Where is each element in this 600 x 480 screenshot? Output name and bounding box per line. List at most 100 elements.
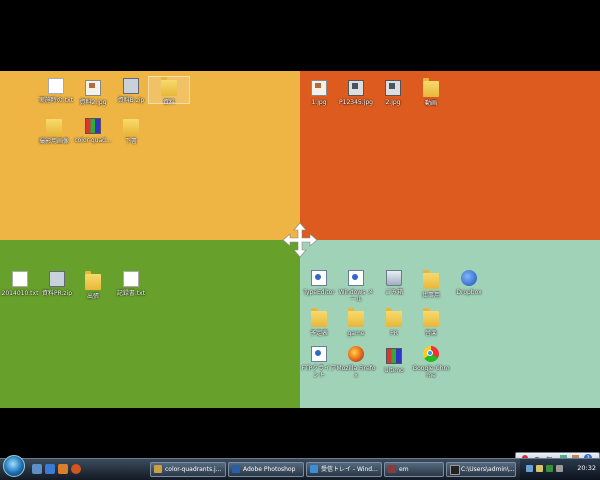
image-file-icon xyxy=(348,80,364,96)
desktop-icon-label: 1.jpg xyxy=(311,99,327,106)
image-file-icon xyxy=(311,80,327,96)
desktop-icon-label: FTPクライアント xyxy=(301,365,337,379)
desktop-icon[interactable]: P12345.jpg xyxy=(336,78,376,106)
taskbar-button-em[interactable]: em xyxy=(384,462,444,477)
desktop-icon[interactable]: Dropbox xyxy=(449,270,489,296)
desktop-icon[interactable]: 出張 xyxy=(73,271,113,300)
desktop-icon[interactable]: Ultimo xyxy=(374,346,414,374)
desktop-icon-label: Dropbox xyxy=(456,289,482,296)
media-icon[interactable] xyxy=(58,464,68,474)
desktop-icon[interactable]: 2.jpg xyxy=(373,78,413,106)
desktop-icon-label: 資料B.zip xyxy=(117,97,145,104)
desktop-icon[interactable]: 動画 xyxy=(411,78,451,107)
mail-app-icon xyxy=(348,270,364,286)
desktop-icon[interactable]: 実施時の.txt xyxy=(36,78,76,104)
taskbar-button-label: 受信トレイ - Wind... xyxy=(321,466,378,473)
desktop-icon-label: Windows メール xyxy=(338,289,374,303)
taskbar-button-cmd[interactable]: C:\Users\admin\... xyxy=(446,462,516,477)
desktop-icon-label: 出張 xyxy=(86,293,99,300)
app-icon xyxy=(388,465,396,473)
zip-file-icon xyxy=(123,78,139,94)
desktop-icon-label: 資料 xyxy=(162,99,175,106)
volume-icon[interactable] xyxy=(536,465,543,472)
explorer-icon[interactable] xyxy=(32,464,42,474)
desktop-icon[interactable]: 下書 xyxy=(111,116,151,145)
desktop-icon-label: 実施時の.txt xyxy=(38,97,74,104)
ie-icon[interactable] xyxy=(45,464,55,474)
desktop-icon[interactable]: game xyxy=(336,308,376,337)
folder-icon xyxy=(311,308,327,327)
recycle-bin-icon xyxy=(386,270,402,286)
desktop-icon[interactable]: Mozilla Firefox xyxy=(336,346,376,379)
desktop-icon[interactable]: 資料2.jpg xyxy=(73,78,113,106)
desktop-icon-label: 2014010.txt xyxy=(1,290,39,297)
desktop-icon-label: 仕事用 xyxy=(421,292,440,299)
desktop-icon-label: 資料PR.zip xyxy=(41,290,73,297)
folder-icon xyxy=(386,308,402,327)
image-file-icon xyxy=(85,80,101,96)
folder-icon xyxy=(161,77,177,96)
dropbox-icon xyxy=(461,270,477,286)
desktop-icon[interactable]: 撮影用画像 xyxy=(34,116,74,145)
taskbar-button-label: Adobe Photoshop xyxy=(243,466,296,473)
firefox-icon[interactable] xyxy=(71,464,81,474)
taskbar-button-label: color-quadrants.j... xyxy=(165,466,222,473)
desktop-icon-label: 撮影用画像 xyxy=(38,138,69,145)
text-file-icon xyxy=(12,271,28,287)
taskbar: color-quadrants.j... Adobe Photoshop 受信ト… xyxy=(0,455,600,480)
desktop-icon[interactable]: 2014010.txt xyxy=(0,271,40,297)
desktop-icon-label: 資料2.jpg xyxy=(79,99,107,106)
desktop-icon[interactable]: 資料B.zip xyxy=(111,78,151,104)
taskbar-button-label: C:\Users\admin\... xyxy=(461,466,515,473)
application-icon xyxy=(386,348,402,364)
taskbar-button-image[interactable]: color-quadrants.j... xyxy=(150,462,226,477)
desktop-icon[interactable]: ごみ箱 xyxy=(374,270,414,296)
desktop-quadrant-green xyxy=(0,240,300,408)
desktop-icon-label: 動画 xyxy=(424,100,437,107)
desktop-icon[interactable]: 1.jpg xyxy=(299,78,339,106)
photoshop-icon xyxy=(232,465,240,473)
desktop-icon-label: color-quad... xyxy=(74,137,112,144)
folder-icon xyxy=(123,116,139,135)
desktop-icon[interactable]: TypeEditor xyxy=(299,270,339,296)
battery-icon[interactable] xyxy=(556,465,563,472)
desktop-icon[interactable]: 記録書.txt xyxy=(111,271,151,297)
ftp-app-icon xyxy=(311,346,327,362)
desktop-icon-selected[interactable]: 資料 xyxy=(148,76,190,106)
desktop-icon-label: 記録書.txt xyxy=(116,290,146,297)
folder-icon xyxy=(46,116,62,135)
folder-icon xyxy=(423,308,439,327)
desktop-icon[interactable]: 予定表 xyxy=(299,308,339,337)
desktop-icon[interactable]: 仕事用 xyxy=(411,270,451,299)
desktop-icon-label: ごみ箱 xyxy=(384,289,403,296)
image-app-icon xyxy=(154,465,162,473)
desktop-icon[interactable]: FTPクライアント xyxy=(299,346,339,379)
folder-icon xyxy=(85,271,101,290)
start-button[interactable] xyxy=(3,455,25,477)
clock[interactable]: 20:32 xyxy=(577,464,596,472)
desktop-icon-label: PR xyxy=(390,330,398,337)
taskbar-button-mail[interactable]: 受信トレイ - Wind... xyxy=(306,462,382,477)
four-way-move-arrow-icon xyxy=(282,222,318,258)
security-icon[interactable] xyxy=(546,465,553,472)
desktop-icon[interactable]: 資料PR.zip xyxy=(37,271,77,297)
folder-icon xyxy=(423,78,439,97)
zip-file-icon xyxy=(49,271,65,287)
application-icon xyxy=(311,270,327,286)
taskbar-button-label: em xyxy=(399,466,409,473)
desktop-icon[interactable]: PR xyxy=(374,308,414,337)
system-tray: 20:32 xyxy=(520,459,600,480)
folder-icon xyxy=(348,308,364,327)
image-file-icon xyxy=(85,118,101,134)
desktop-icon[interactable]: Google Chrome xyxy=(411,346,451,379)
firefox-icon xyxy=(348,346,364,362)
network-icon[interactable] xyxy=(526,465,533,472)
desktop-icon-label: Google Chrome xyxy=(412,365,450,379)
desktop-icon[interactable]: 音楽 xyxy=(411,308,451,337)
desktop-icon-label: Ultimo xyxy=(384,367,404,374)
desktop-icon-label: 予定表 xyxy=(309,330,328,337)
desktop-icon[interactable]: Windows メール xyxy=(336,270,376,303)
desktop-icon[interactable]: color-quad... xyxy=(73,116,113,144)
taskbar-button-photoshop[interactable]: Adobe Photoshop xyxy=(228,462,304,477)
desktop-icon-label: game xyxy=(347,330,365,337)
